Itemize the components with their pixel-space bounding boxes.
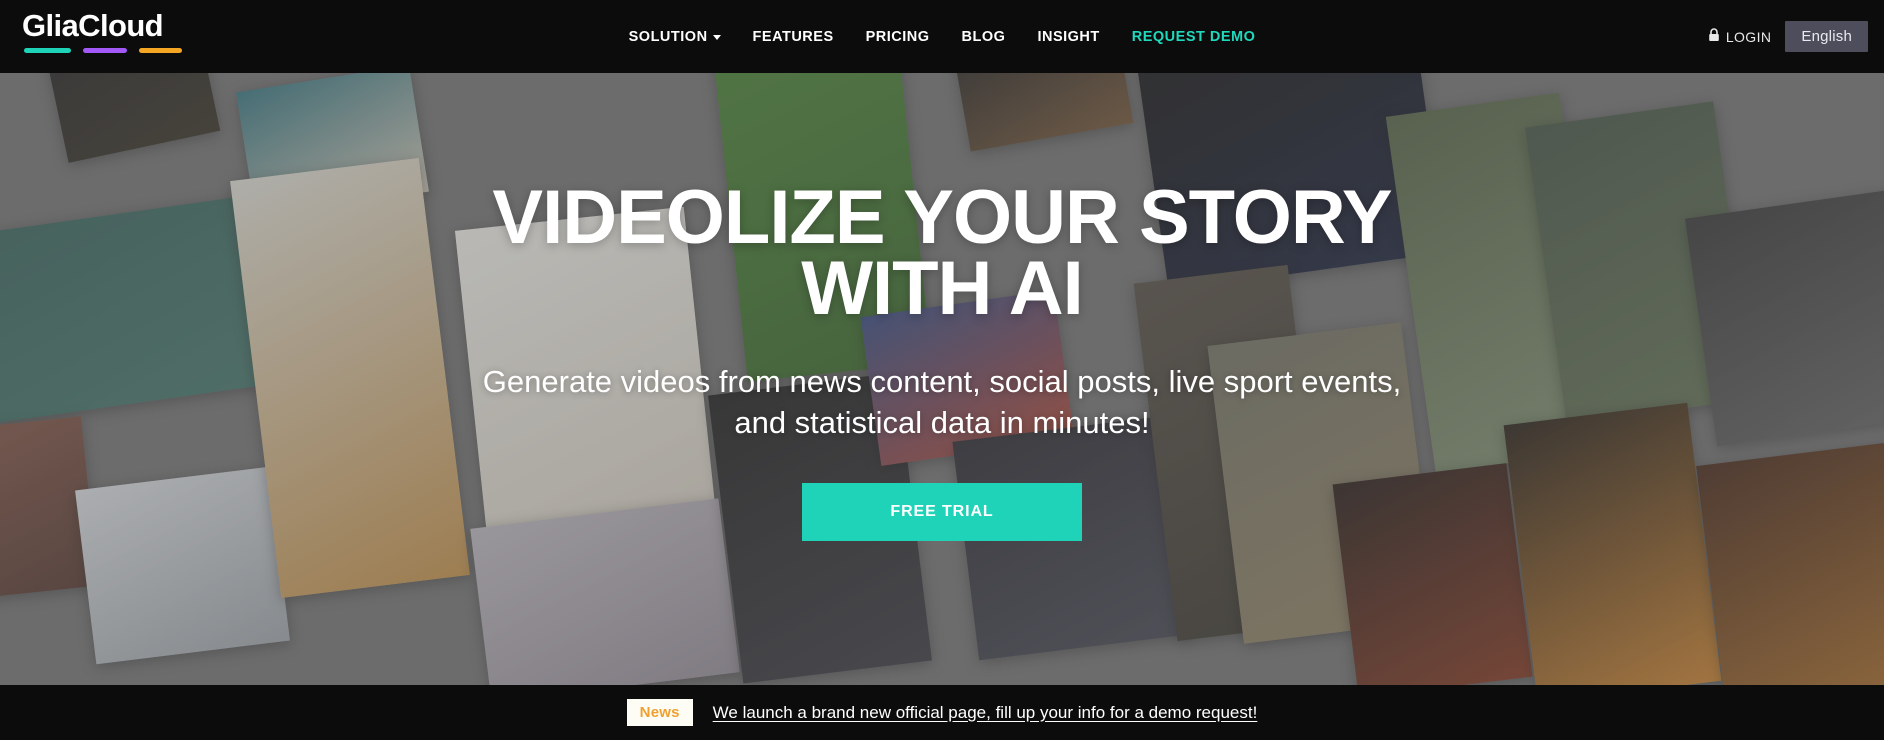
news-badge: News [626, 699, 693, 726]
chevron-down-icon [712, 35, 721, 40]
nav-item-features[interactable]: FEATURES [737, 29, 850, 45]
news-banner: News We launch a brand new official page… [0, 685, 1884, 740]
nav-item-label: SOLUTION [628, 28, 708, 45]
nav-item-blog[interactable]: BLOG [946, 29, 1022, 45]
hero-subtitle-line-1: Generate videos from news content, socia… [482, 364, 1402, 400]
language-selector[interactable]: English [1785, 21, 1868, 52]
nav-item-label: REQUEST DEMO [1131, 28, 1256, 45]
free-trial-button[interactable]: FREE TRIAL [802, 482, 1082, 541]
hero-content: VIDEOLIZE YOUR STORY WITH AI Generate vi… [0, 73, 1884, 685]
login-label: LOGIN [1725, 28, 1772, 45]
hero-title-line-2: WITH AI [801, 245, 1083, 331]
nav-item-pricing[interactable]: PRICING [850, 29, 946, 45]
hero-subtitle-line-2: and statistical data in minutes! [734, 404, 1150, 440]
nav-item-label: BLOG [961, 28, 1006, 45]
site-header: GliaCloud SOLUTION FEATURES PRICING BLOG INS… [0, 0, 1884, 73]
header-right-actions: LOGIN English [1708, 0, 1868, 73]
nav-item-label: FEATURES [752, 28, 834, 45]
lock-icon [1708, 28, 1720, 45]
hero-title: VIDEOLIZE YOUR STORY WITH AI [492, 180, 1392, 327]
nav-item-insight[interactable]: INSIGHT [1021, 29, 1115, 45]
news-message-link[interactable]: We launch a brand new official page, fil… [713, 703, 1258, 723]
nav-item-label: PRICING [865, 28, 930, 45]
nav-item-request-demo[interactable]: REQUEST DEMO [1116, 29, 1272, 45]
hero-section: VIDEOLIZE YOUR STORY WITH AI Generate vi… [0, 73, 1884, 685]
nav-item-label: INSIGHT [1037, 28, 1100, 45]
main-navigation: SOLUTION FEATURES PRICING BLOG INSIGHT REQUES… [0, 0, 1884, 73]
hero-subtitle: Generate videos from news content, socia… [483, 362, 1401, 443]
nav-item-solution[interactable]: SOLUTION [613, 29, 737, 45]
login-link[interactable]: LOGIN [1708, 28, 1772, 45]
